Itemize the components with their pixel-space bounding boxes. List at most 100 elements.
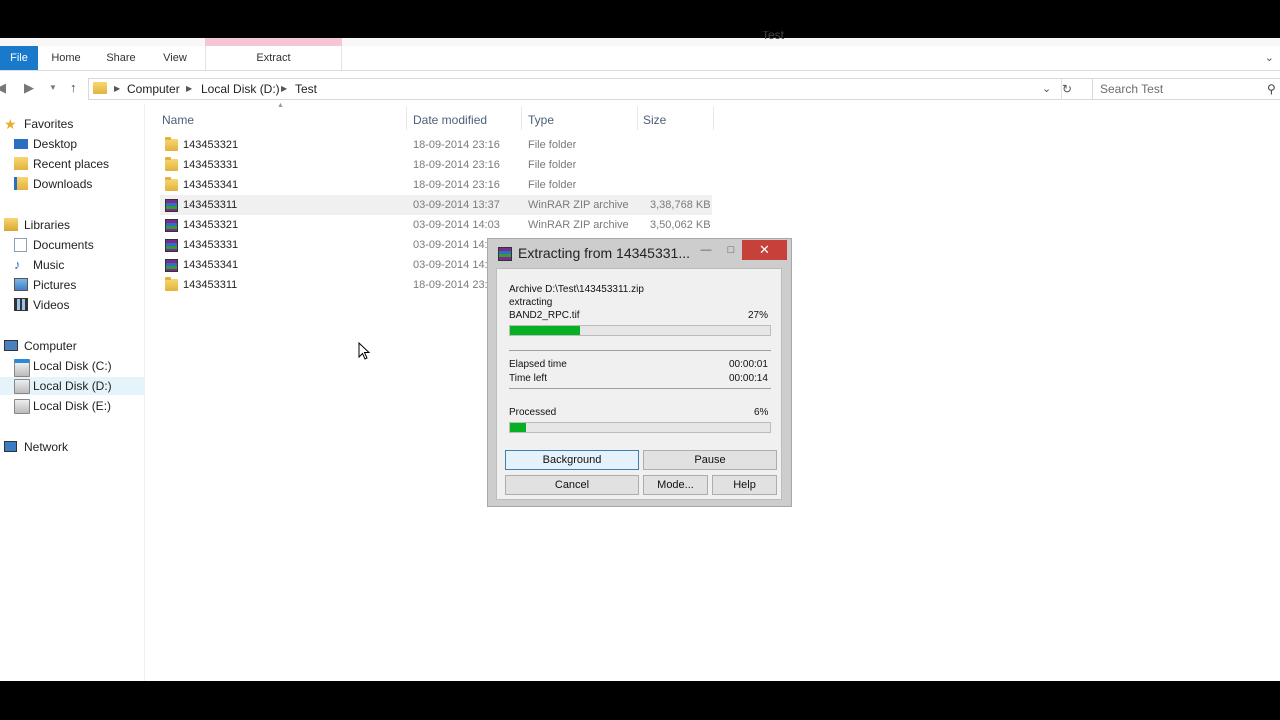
tab-file[interactable]: File (0, 46, 38, 70)
pictures-icon (14, 278, 28, 291)
tab-extract[interactable]: Extract (205, 46, 342, 70)
time-left-label: Time left (509, 373, 547, 384)
column-header-size[interactable]: Size (643, 111, 666, 129)
breadcrumb-separator-icon: ▶ (114, 84, 121, 93)
column-divider[interactable] (406, 106, 407, 130)
address-dropdown-icon[interactable]: ⌄ (1042, 79, 1051, 99)
recent-places-icon (14, 157, 28, 170)
sidebar-favorites[interactable]: ★ Favorites (0, 115, 144, 133)
folder-icon (93, 82, 107, 94)
sidebar-item-downloads[interactable]: Downloads (0, 175, 144, 193)
file-name: 143453331 (183, 159, 239, 171)
address-bar[interactable]: ▶ Computer ▶ Local Disk (D:) ▶ Test ⌄ ↻ (88, 78, 1126, 100)
file-size: 3,50,062 KB (650, 219, 711, 231)
navigation-pane: ★ Favorites Desktop Recent places Downlo… (0, 104, 145, 681)
elapsed-time-label: Elapsed time (509, 359, 567, 370)
file-row[interactable]: 143453321 03-09-2014 14:03 WinRAR ZIP ar… (160, 215, 712, 235)
winrar-icon (498, 247, 512, 261)
maximize-icon[interactable]: □ (719, 241, 743, 259)
processed-progress-fill (510, 423, 526, 432)
mode-button[interactable]: Mode... (643, 475, 708, 495)
minimize-icon[interactable]: — (694, 241, 718, 259)
column-header-type[interactable]: Type (528, 111, 554, 129)
file-progress-fill (510, 326, 581, 335)
column-divider[interactable] (521, 106, 522, 130)
drive-icon (14, 399, 30, 414)
file-date: 18-09-2014 23:16 (413, 179, 500, 191)
forward-arrow-icon[interactable]: ▶ (24, 78, 34, 98)
winrar-icon (165, 259, 178, 272)
background-button[interactable]: Background (505, 450, 639, 470)
file-date: 03-09-2014 14: (413, 259, 488, 271)
file-type: WinRAR ZIP archive (528, 219, 629, 231)
sidebar-network[interactable]: Network (0, 438, 144, 456)
up-arrow-icon[interactable]: ↑ (70, 78, 77, 98)
cancel-button[interactable]: Cancel (505, 475, 639, 495)
archive-path: Archive D:\Test\143453311.zip (509, 284, 644, 295)
sidebar-item-label: Recent places (33, 157, 110, 171)
elapsed-time-value: 00:00:01 (729, 359, 768, 370)
file-name: 143453311 (183, 279, 238, 291)
sidebar-libraries[interactable]: Libraries (0, 216, 144, 234)
sidebar-computer[interactable]: Computer (0, 337, 144, 355)
videos-icon (14, 298, 28, 311)
sidebar-item-music[interactable]: ♪ Music (0, 256, 144, 274)
breadcrumb-computer[interactable]: Computer (127, 79, 180, 99)
sidebar-item-local-disk-c[interactable]: Local Disk (C:) (0, 357, 144, 377)
sidebar-item-documents[interactable]: Documents (0, 236, 144, 254)
tab-home[interactable]: Home (46, 46, 86, 70)
tab-share[interactable]: Share (101, 46, 141, 70)
pause-button[interactable]: Pause (643, 450, 777, 470)
file-row[interactable]: 143453311 03-09-2014 13:37 WinRAR ZIP ar… (160, 195, 712, 215)
sidebar-item-videos[interactable]: Videos (0, 296, 144, 314)
search-icon[interactable]: ⚲ (1267, 79, 1276, 99)
computer-icon (4, 340, 18, 351)
file-type: File folder (528, 139, 577, 151)
file-name: 143453341 (183, 259, 239, 271)
sidebar-item-local-disk-e[interactable]: Local Disk (E:) (0, 397, 144, 415)
sidebar-item-pictures[interactable]: Pictures (0, 276, 144, 294)
drive-icon (14, 379, 30, 394)
sort-ascending-icon: ▲ (277, 102, 284, 109)
sidebar-item-local-disk-d[interactable]: Local Disk (D:) (0, 377, 144, 395)
file-date: 03-09-2014 13:37 (413, 199, 500, 211)
file-row[interactable]: 143453331 18-09-2014 23:16 File folder (160, 155, 712, 175)
sidebar-item-label: Desktop (33, 137, 78, 151)
ribbon-expand-chevron-icon[interactable]: ⌄ (1265, 46, 1274, 70)
back-arrow-icon[interactable]: ◀ (0, 78, 6, 98)
sidebar-item-label: Music (33, 258, 65, 272)
folder-icon (165, 157, 178, 171)
column-divider[interactable] (637, 106, 638, 130)
column-header-name[interactable]: Name (162, 111, 194, 129)
tab-view[interactable]: View (155, 46, 195, 70)
mouse-cursor-icon (358, 342, 370, 360)
divider (509, 350, 771, 351)
file-row[interactable]: 143453321 18-09-2014 23:16 File folder (160, 135, 712, 155)
close-button[interactable]: ✕ (742, 240, 787, 260)
breadcrumb-test[interactable]: Test (295, 79, 317, 99)
desktop-icon (14, 139, 28, 149)
refresh-icon[interactable]: ↻ (1062, 79, 1072, 99)
search-box[interactable]: Search Test ⚲ (1092, 78, 1280, 100)
folder-icon (165, 137, 178, 151)
file-date: 03-09-2014 14:03 (413, 219, 500, 231)
file-type: WinRAR ZIP archive (528, 199, 629, 211)
breadcrumb-local-disk-d[interactable]: Local Disk (D:) (201, 79, 280, 99)
search-input[interactable]: Search Test (1100, 79, 1163, 99)
dialog-body: Archive D:\Test\143453311.zip extracting… (496, 268, 782, 500)
file-size: 3,38,768 KB (650, 199, 711, 211)
sidebar-item-desktop[interactable]: Desktop (0, 135, 144, 153)
recent-dropdown-icon[interactable]: ▼ (49, 78, 57, 98)
column-header-date-modified[interactable]: Date modified (413, 111, 487, 129)
dialog-title-bar[interactable]: Extracting from 14345331... — □ ✕ (488, 239, 791, 267)
window-title: Test (762, 31, 785, 39)
help-button[interactable]: Help (712, 475, 777, 495)
column-divider[interactable] (713, 106, 714, 130)
time-left-value: 00:00:14 (729, 373, 768, 384)
divider (509, 388, 771, 389)
file-row[interactable]: 143453341 18-09-2014 23:16 File folder (160, 175, 712, 195)
sidebar-favorites-label: Favorites (24, 117, 74, 131)
documents-icon (14, 238, 27, 252)
sidebar-item-recent-places[interactable]: Recent places (0, 155, 144, 173)
winrar-icon (165, 219, 178, 232)
